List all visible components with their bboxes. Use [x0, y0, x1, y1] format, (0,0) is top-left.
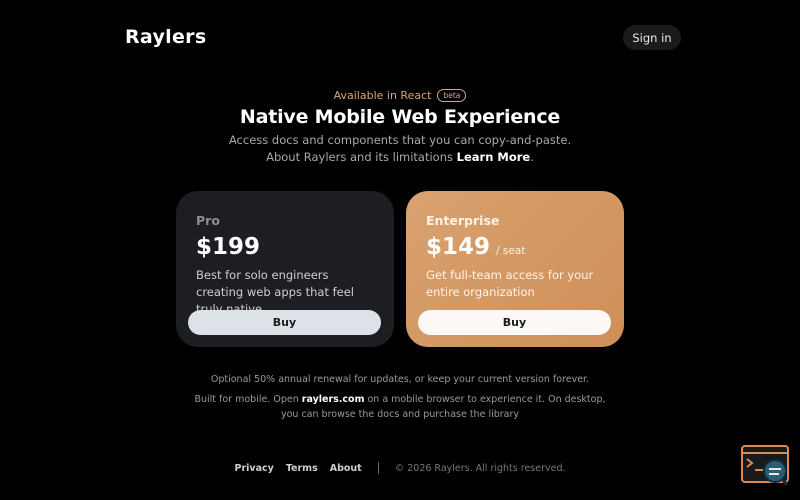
mobile-note-line-1: Built for mobile. Open raylers.com on a …	[0, 394, 800, 405]
buy-enterprise-button[interactable]: Buy	[418, 310, 611, 335]
page-title: Native Mobile Web Experience	[239, 106, 561, 128]
price-amount: $149	[426, 234, 491, 260]
learn-more-link[interactable]: Learn More	[457, 150, 531, 164]
sign-in-button[interactable]: Sign in	[623, 25, 681, 50]
pricing-card-pro: Pro $199 Best for solo engineers creatin…	[176, 191, 394, 347]
copyright: © 2026 Raylers. All rights reserved.	[394, 462, 566, 474]
availability-banner: Available in React beta	[0, 89, 800, 102]
availability-text: Available in React	[333, 89, 432, 102]
privacy-link[interactable]: Privacy	[234, 463, 273, 474]
subtitle-line-2-text: About Raylers and its limitations	[266, 150, 457, 164]
subtitle-line-2: About Raylers and its limitations Learn …	[0, 150, 800, 164]
brand-logo[interactable]: Raylers	[125, 26, 206, 48]
about-link[interactable]: About	[330, 463, 362, 474]
footer: Privacy Terms About © 2026 Raylers. All …	[0, 462, 800, 474]
mobile-note-line-2: you can browse the docs and purchase the…	[280, 409, 520, 420]
plan-price: $149 / seat	[426, 234, 525, 260]
price-unit: / seat	[496, 245, 526, 257]
price-amount: $199	[196, 234, 261, 260]
domain-link[interactable]: raylers.com	[302, 394, 365, 405]
subtitle-line-1: Access docs and components that you can …	[228, 133, 572, 147]
terminal-search-icon[interactable]	[741, 445, 791, 487]
subtitle-line-2-end: .	[530, 150, 534, 164]
terms-link[interactable]: Terms	[286, 463, 318, 474]
beta-badge: beta	[437, 89, 467, 102]
plan-price: $199	[196, 234, 260, 260]
renewal-note: Optional 50% annual renewal for updates,…	[210, 374, 590, 385]
plan-name: Enterprise	[426, 213, 500, 228]
plan-description: Get full-team access for your entire org…	[426, 268, 594, 299]
mobile-note-prefix: Built for mobile. Open	[194, 394, 302, 405]
buy-pro-button[interactable]: Buy	[188, 310, 381, 335]
footer-divider	[377, 462, 379, 474]
mobile-note-suffix: on a mobile browser to experience it. On…	[364, 394, 606, 405]
plan-name: Pro	[196, 213, 220, 228]
pricing-card-enterprise: Enterprise $149 / seat Get full-team acce…	[406, 191, 624, 347]
